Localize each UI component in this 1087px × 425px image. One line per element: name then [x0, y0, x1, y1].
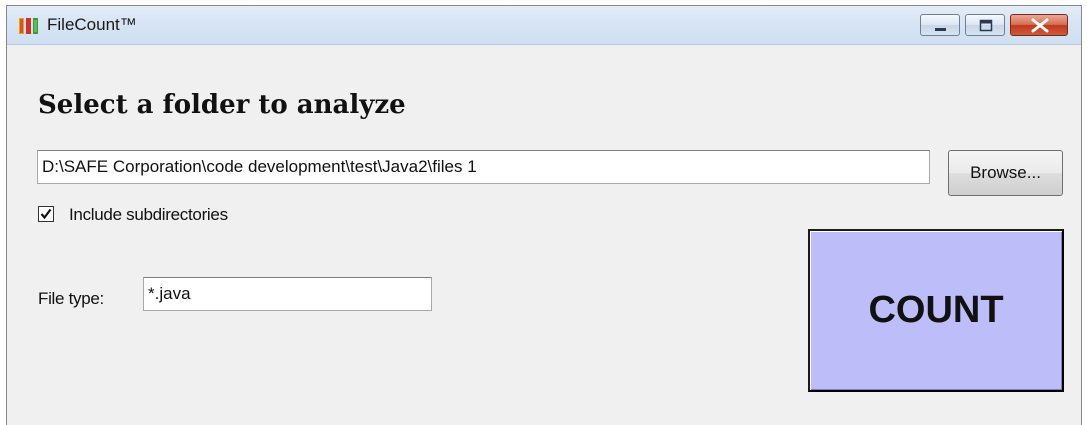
checkmark-icon — [40, 208, 52, 220]
close-button[interactable] — [1010, 14, 1068, 36]
app-icon — [19, 18, 38, 34]
minimize-button[interactable] — [920, 14, 960, 36]
folder-path-input[interactable] — [37, 150, 930, 184]
file-type-input[interactable] — [143, 277, 432, 311]
maximize-icon — [979, 19, 993, 32]
title-bar[interactable]: FileCount™ — [7, 6, 1081, 45]
app-window: FileCount™ Select a folder to analyze Br… — [6, 5, 1082, 425]
maximize-button[interactable] — [965, 14, 1005, 36]
include-subdirectories-label: Include subdirectories — [69, 205, 228, 224]
count-button[interactable]: COUNT — [808, 229, 1064, 392]
page-title: Select a folder to analyze — [38, 90, 406, 120]
browse-button[interactable]: Browse... — [948, 150, 1063, 196]
window-title: FileCount™ — [47, 15, 137, 34]
close-icon — [1031, 18, 1049, 33]
minimize-icon — [935, 28, 946, 31]
include-subdirectories-checkbox[interactable] — [38, 206, 54, 222]
file-type-label: File type: — [38, 289, 104, 308]
